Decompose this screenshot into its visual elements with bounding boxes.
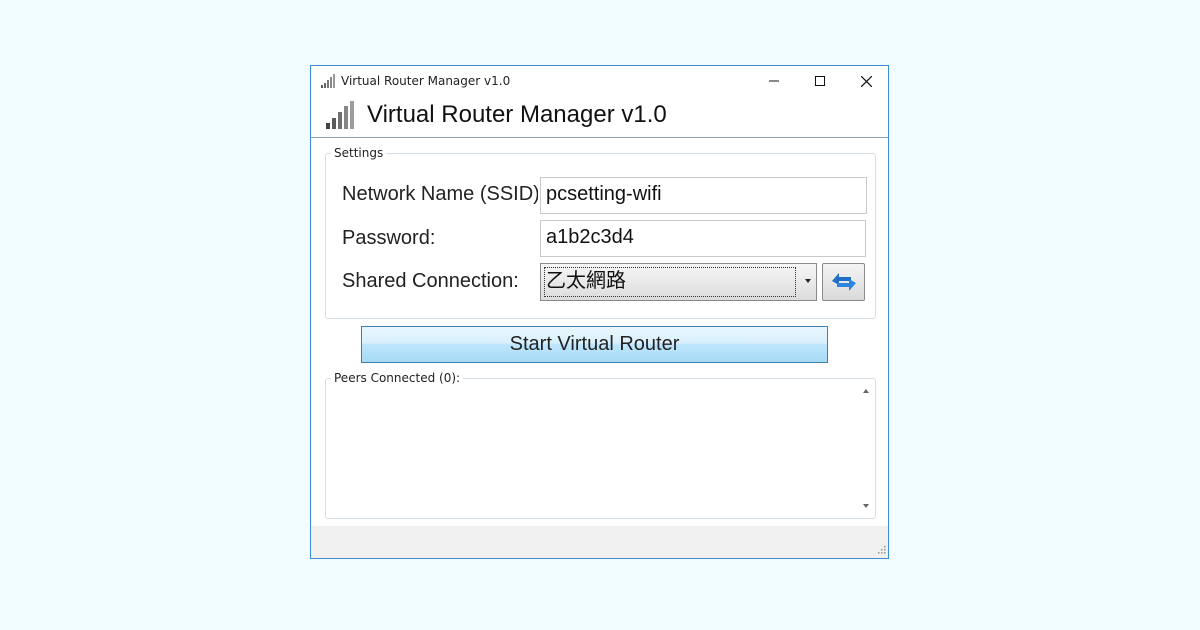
shared-connection-value: 乙太網路: [544, 267, 796, 297]
close-icon: [860, 75, 872, 87]
ssid-label: Network Name (SSID):: [342, 183, 538, 205]
scroll-down-icon[interactable]: [863, 504, 869, 508]
settings-group: Settings Network Name (SSID): pcsetting-…: [325, 146, 876, 319]
close-button[interactable]: [843, 66, 889, 96]
peers-list[interactable]: [326, 379, 875, 518]
page-title: Virtual Router Manager v1.0: [367, 101, 667, 128]
minimize-button[interactable]: [751, 66, 797, 96]
maximize-button[interactable]: [797, 66, 843, 96]
window-title: Virtual Router Manager v1.0: [341, 74, 511, 88]
peers-legend: Peers Connected (0):: [331, 371, 464, 385]
signal-bars-icon: [326, 101, 354, 129]
minimize-icon: [769, 80, 779, 82]
title-bar[interactable]: Virtual Router Manager v1.0: [311, 66, 888, 96]
status-bar: [311, 526, 888, 558]
maximize-icon: [815, 76, 825, 86]
refresh-arrows-icon: [831, 273, 856, 291]
password-input[interactable]: a1b2c3d4: [540, 220, 866, 257]
app-window: Virtual Router Manager v1.0 Virtual Rout…: [310, 65, 889, 559]
peers-group: Peers Connected (0):: [325, 371, 876, 519]
ssid-input[interactable]: pcsetting-wifi: [540, 177, 867, 214]
signal-bars-icon: [321, 74, 335, 88]
settings-legend: Settings: [331, 146, 387, 160]
scroll-up-icon[interactable]: [863, 389, 869, 393]
shared-connection-select[interactable]: 乙太網路: [540, 263, 817, 301]
app-header: Virtual Router Manager v1.0: [311, 96, 888, 138]
refresh-button[interactable]: [822, 263, 865, 301]
resize-grip-icon[interactable]: [876, 546, 886, 556]
peers-scrollbar[interactable]: [859, 383, 873, 514]
password-label: Password:: [342, 227, 436, 249]
shared-connection-label: Shared Connection:: [342, 270, 519, 292]
start-router-button[interactable]: Start Virtual Router: [361, 326, 828, 363]
chevron-down-icon: [805, 279, 811, 283]
